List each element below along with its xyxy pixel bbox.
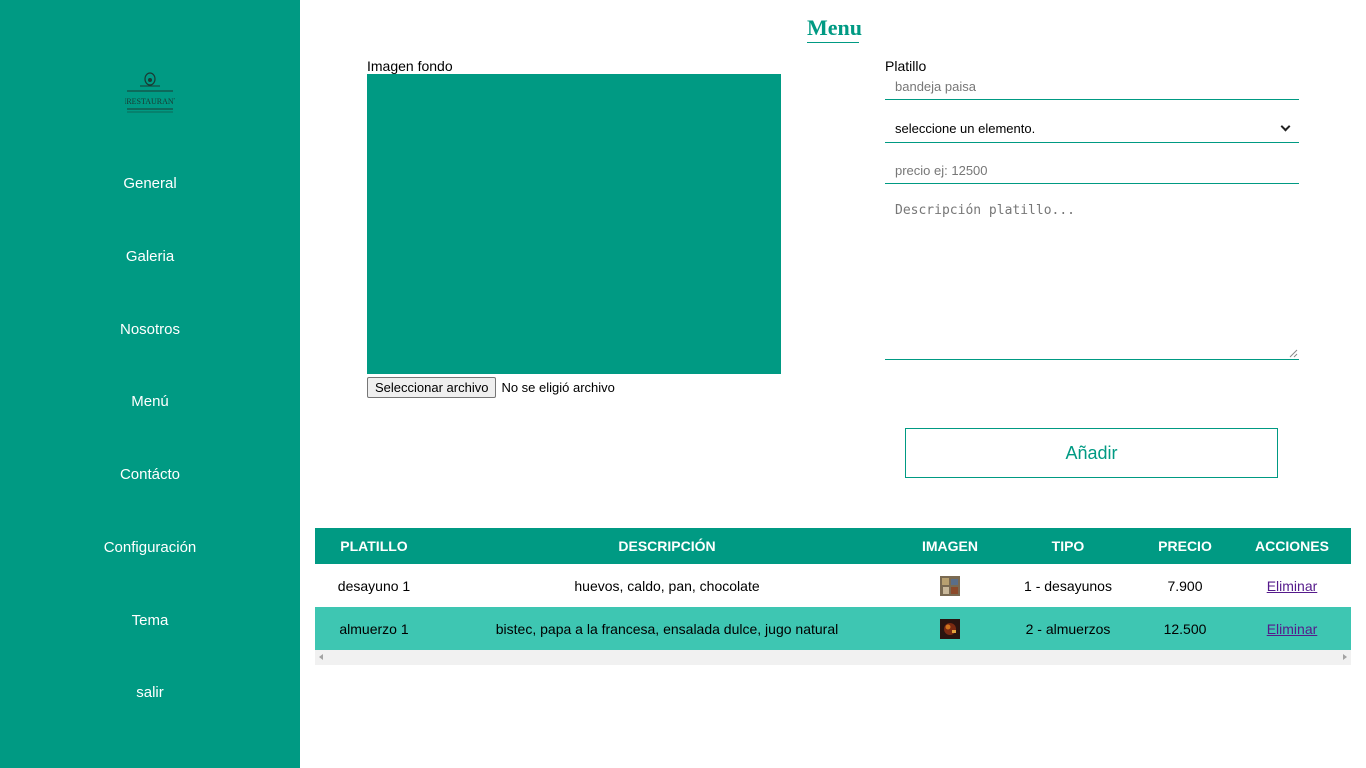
platillo-input[interactable] [885,74,1299,100]
dish-thumbnail [940,618,960,639]
logo-text: MIRESTAURANTE [125,97,175,106]
cell-tipo: 1 - desayunos [1024,577,1112,594]
page-title: Menu [807,15,862,43]
header-precio: PRECIO [1137,528,1233,564]
horizontal-scrollbar[interactable] [315,650,1351,665]
precio-input[interactable] [885,158,1299,184]
cell-precio: 7.900 [1167,577,1203,594]
descripcion-textarea[interactable] [885,197,1299,360]
sidebar-item-nosotros[interactable]: Nosotros [0,321,300,338]
select-file-button[interactable]: Seleccionar archivo [367,377,497,398]
delete-link[interactable]: Eliminar [1267,621,1318,637]
menu-table-container: PLATILLO DESCRIPCIÓN IMAGEN TIPO PRECIO … [315,528,1351,665]
cell-precio: 12.500 [1137,607,1233,650]
cell-imagen [901,564,999,607]
file-input: Seleccionar archivo No se eligió archivo [367,377,615,398]
sidebar-item-tema[interactable]: Tema [0,612,300,629]
header-platillo: PLATILLO [315,528,433,564]
sidebar-item-salir[interactable]: salir [0,684,300,701]
cell-platillo: almuerzo 1 [315,607,433,650]
delete-link[interactable]: Eliminar [1267,578,1318,594]
sidebar-item-menu[interactable]: Menú [0,393,300,410]
menu-table: PLATILLO DESCRIPCIÓN IMAGEN TIPO PRECIO … [315,528,1351,650]
header-imagen: IMAGEN [901,528,999,564]
logo-icon: MIRESTAURANTE [117,72,184,113]
sidebar: MIRESTAURANTE General Galeria Nosotros M… [0,0,300,768]
add-button[interactable]: Añadir [905,428,1278,478]
cell-acciones: Eliminar [1233,607,1351,650]
dish-thumbnail [940,575,960,596]
table-header-row: PLATILLO DESCRIPCIÓN IMAGEN TIPO PRECIO … [315,528,1351,564]
platillo-label: Platillo [885,58,927,74]
header-acciones: ACCIONES [1233,528,1351,564]
scroll-right-icon[interactable] [1343,654,1347,660]
image-label: Imagen fondo [367,58,453,74]
table-row: desayuno 1 huevos, caldo, pan, chocolate… [315,564,1351,607]
sidebar-item-contacto[interactable]: Contácto [0,466,300,483]
cell-descripcion: bistec, papa a la francesa, ensalada dul… [433,607,901,650]
cell-acciones: Eliminar [1233,564,1351,607]
main-content: Menu Imagen fondo Seleccionar archivo No… [300,0,1366,768]
tipo-select-value: seleccione un elemento. [895,120,1036,136]
scroll-left-icon[interactable] [319,654,323,660]
cell-platillo: desayuno 1 [337,577,411,594]
cell-tipo: 2 - almuerzos [999,607,1137,650]
sidebar-item-general[interactable]: General [0,175,300,192]
tipo-select[interactable]: seleccione un elemento. [885,114,1299,143]
table-row: almuerzo 1 bistec, papa a la francesa, e… [315,607,1351,650]
sidebar-item-configuracion[interactable]: Configuración [0,539,300,556]
chevron-down-icon [1280,121,1291,131]
cell-descripcion: huevos, caldo, pan, chocolate [574,577,760,594]
image-preview [367,74,781,374]
cell-imagen [901,607,999,650]
header-descripcion: DESCRIPCIÓN [433,528,901,564]
restaurant-logo[interactable]: MIRESTAURANTE [117,70,184,114]
file-status: No se eligió archivo [501,380,615,395]
header-tipo: TIPO [999,528,1137,564]
sidebar-item-galeria[interactable]: Galeria [0,248,300,265]
